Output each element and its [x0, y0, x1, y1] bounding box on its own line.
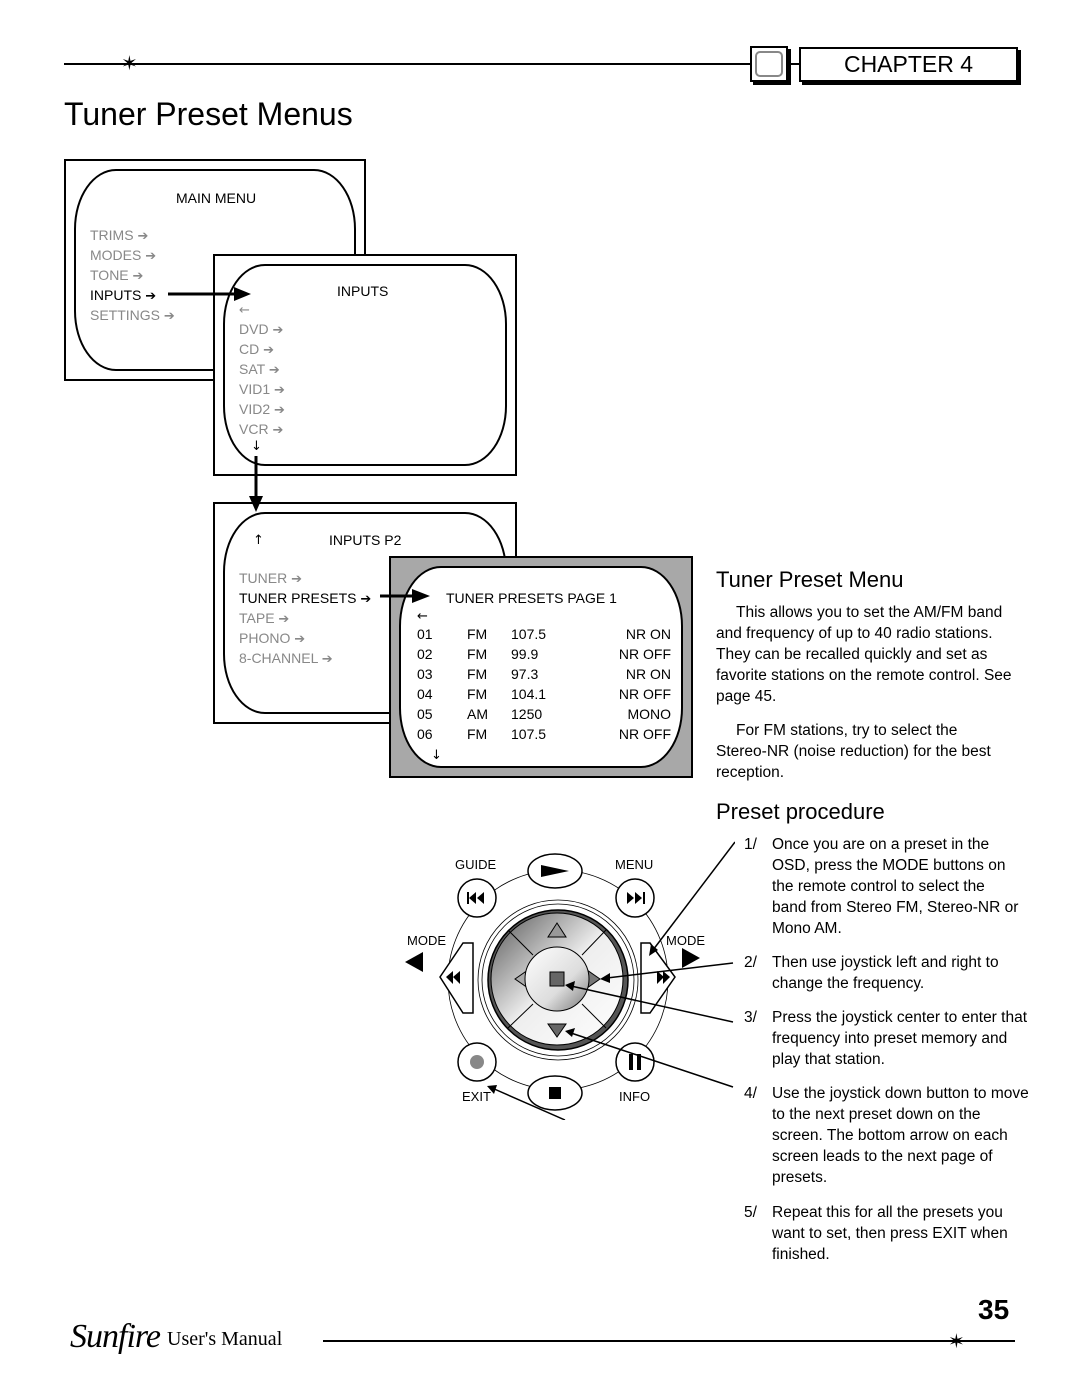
arrow-inputs-to-inputs-screen	[168, 287, 251, 301]
page-number: 35	[978, 1294, 1010, 1325]
procedure-step: 1/Once you are on a preset in the OSD, p…	[744, 836, 1019, 937]
footer-rule	[323, 1340, 1015, 1342]
remote-control-graphic	[405, 841, 735, 1120]
stop-icon	[549, 1087, 561, 1099]
stop-button	[527, 1075, 583, 1111]
info-pause-button	[615, 1042, 655, 1082]
tuner-preset-menu-heading: Tuner Preset Menu	[716, 567, 904, 592]
mode-right-arrow-icon	[682, 948, 700, 968]
guide-prev-button	[457, 878, 497, 918]
procedure-step: 5/Repeat this for all the presets you wa…	[744, 1204, 1008, 1263]
mode-left-arrow-icon	[405, 952, 423, 972]
arrow-inputs-to-p2	[249, 456, 263, 512]
exit-label: EXIT	[462, 1089, 491, 1104]
procedure-step: 4/Use the joystick down button to move t…	[744, 1085, 1029, 1186]
manual-label: User's Manual	[167, 1328, 283, 1350]
brand-logo: Sunfire	[70, 1318, 161, 1355]
info-label: INFO	[619, 1089, 651, 1104]
record-icon	[470, 1055, 484, 1069]
procedure-step: 2/Then use joystick left and right to ch…	[744, 954, 999, 992]
mode-right-label: MODE	[666, 933, 705, 948]
tuner-preset-menu-para1: This allows you to set the AM/FM band an…	[716, 604, 1012, 705]
play-button	[527, 853, 583, 889]
guide-label: GUIDE	[455, 857, 497, 872]
exit-record-button	[457, 1042, 497, 1082]
preset-procedure-heading: Preset procedure	[716, 799, 885, 824]
tuner-preset-menu-para2: For FM stations, try to select the Stere…	[716, 722, 991, 781]
mode-left-label: MODE	[407, 933, 446, 948]
arrow-p2-to-presets	[380, 589, 430, 603]
star-ornament: ✶	[948, 1329, 965, 1353]
menu-next-button	[615, 878, 655, 918]
mode-left-rewind-button	[439, 942, 474, 1014]
menu-label: MENU	[615, 857, 654, 872]
procedure-step: 3/Press the joystick center to enter tha…	[744, 1009, 1028, 1068]
stop-square-icon	[549, 971, 565, 987]
